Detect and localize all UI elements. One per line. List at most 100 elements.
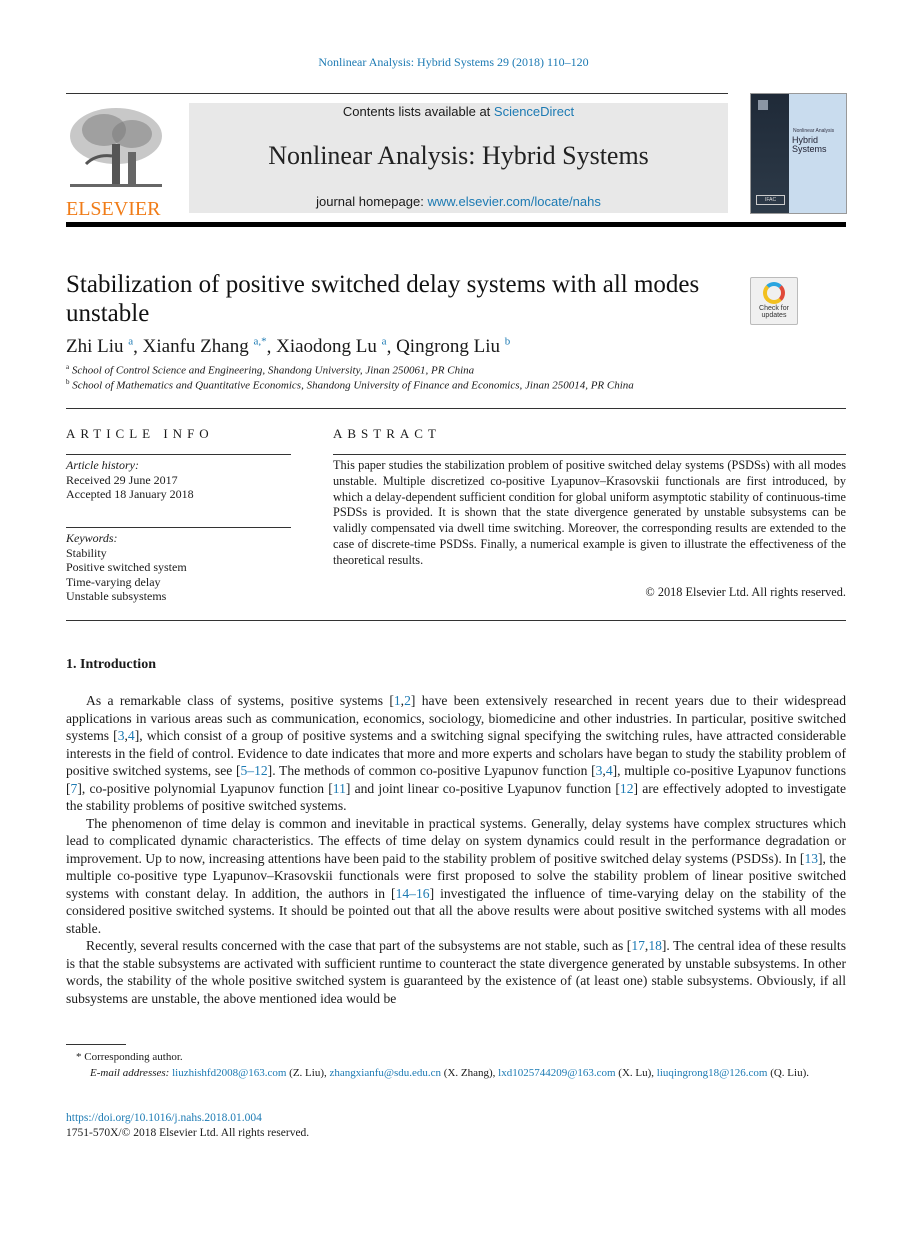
email-owner: (X. Lu), [615, 1067, 657, 1079]
email-link[interactable]: liuqingrong18@126.com [657, 1067, 768, 1079]
citation-link[interactable]: 12 [620, 781, 634, 796]
article-history: Article history: Received 29 June 2017 A… [66, 458, 194, 502]
author-name: Qingrong Liu [396, 336, 501, 358]
cover-title: Hybrid Systems [792, 136, 827, 154]
paragraph: Recently, several results concerned with… [66, 938, 846, 1006]
keywords: Keywords: Stability Positive switched sy… [66, 531, 187, 604]
email-owner: (Z. Liu), [286, 1067, 330, 1079]
keyword: Positive switched system [66, 560, 187, 574]
paragraph: The phenomenon of time delay is common a… [66, 815, 846, 936]
running-head[interactable]: Nonlinear Analysis: Hybrid Systems 29 (2… [0, 55, 907, 70]
cover-title-line: Systems [792, 144, 827, 154]
citation-link[interactable]: 3 [596, 763, 603, 778]
contents-prefix: Contents lists available at [342, 104, 494, 119]
homepage-line: journal homepage: www.elsevier.com/locat… [189, 194, 728, 209]
check-updates-line: Check for [759, 305, 789, 312]
citation-link[interactable]: 17 [631, 938, 645, 953]
affiliation: a School of Control Science and Engineer… [66, 363, 474, 377]
abstract-copyright: © 2018 Elsevier Ltd. All rights reserved… [645, 585, 846, 599]
doi-block: https://doi.org/10.1016/j.nahs.2018.01.0… [66, 1111, 309, 1141]
affiliation-label: b [66, 378, 70, 386]
issn-copyright: 1751-570X/© 2018 Elsevier Ltd. All right… [66, 1127, 310, 1139]
keyword: Stability [66, 545, 107, 560]
journal-cover[interactable]: Nonlinear Analysis Hybrid Systems IFAC [750, 93, 847, 214]
accepted-date: Accepted 18 January 2018 [66, 487, 194, 501]
journal-title: Nonlinear Analysis: Hybrid Systems [268, 141, 649, 170]
contents-line: Contents lists available at ScienceDirec… [189, 104, 728, 119]
affiliation-text: School of Control Science and Engineerin… [71, 364, 475, 377]
author-name: Zhi Liu [66, 336, 124, 358]
check-updates-label: Check for updates [751, 305, 797, 319]
tree-icon [66, 104, 166, 192]
abstract-heading: ABSTRACT [333, 426, 441, 441]
citation-link[interactable]: 13 [804, 851, 818, 866]
introduction-body: As a remarkable class of systems, positi… [66, 692, 846, 1007]
citation-link[interactable]: 3 [118, 728, 125, 743]
cover-badge: IFAC [756, 195, 785, 205]
affiliation: b School of Mathematics and Quantitative… [66, 378, 634, 392]
email-link[interactable]: zhangxianfu@sdu.edu.cn [330, 1067, 442, 1079]
citation-link[interactable]: 5–12 [240, 763, 267, 778]
author-list: Zhi Liu a, Xianfu Zhang a,*, Xiaodong Lu… [66, 336, 511, 358]
author-name: Xianfu Zhang [142, 336, 249, 358]
history-label: Article history: [66, 458, 139, 472]
keyword: Unstable subsystems [66, 589, 167, 603]
affiliation-label: a [66, 363, 70, 371]
divider [66, 620, 846, 621]
citation-link[interactable]: 2 [404, 693, 411, 708]
article-title: Stabilization of positive switched delay… [66, 271, 700, 327]
citation-link[interactable]: 7 [71, 781, 78, 796]
asterisk-icon: * [76, 1051, 85, 1063]
divider [66, 93, 728, 94]
author[interactable]: Xianfu Zhang a,* [143, 336, 267, 357]
citation-link[interactable]: 18 [648, 938, 662, 953]
abstract-text: This paper studies the stabilization pro… [333, 458, 846, 567]
doi-link[interactable]: https://doi.org/10.1016/j.nahs.2018.01.0… [66, 1112, 262, 1124]
email-owner: (Q. Liu). [767, 1067, 809, 1079]
email-label: E-mail addresses: [90, 1067, 170, 1079]
divider [66, 454, 291, 455]
cover-logo-icon [758, 100, 768, 110]
email-owner: (X. Zhang), [441, 1067, 499, 1079]
homepage-prefix: journal homepage: [316, 194, 428, 209]
journal-banner: Contents lists available at ScienceDirec… [189, 103, 728, 213]
author[interactable]: Qingrong Liu b [396, 336, 510, 357]
citation-link[interactable]: 1 [394, 693, 401, 708]
author[interactable]: Zhi Liu a [66, 336, 133, 357]
corresponding-text: Corresponding author. [84, 1051, 183, 1063]
affiliation-marker[interactable]: a [382, 336, 387, 348]
divider [66, 527, 291, 528]
affiliation-marker[interactable]: a [128, 336, 133, 348]
email-addresses: E-mail addresses: liuzhishfd2008@163.com… [66, 1066, 836, 1081]
elsevier-logo[interactable]: ELSEVIER [66, 104, 168, 219]
affiliation-marker[interactable]: b [505, 336, 511, 348]
article-info-heading: ARTICLE INFO [66, 426, 214, 441]
section-heading: 1. Introduction [66, 657, 156, 672]
author-name: Xiaodong Lu [276, 336, 377, 358]
author[interactable]: Xiaodong Lu a [276, 336, 386, 357]
affiliation-text: School of Mathematics and Quantitative E… [72, 379, 634, 392]
divider [66, 408, 846, 409]
divider [333, 454, 846, 455]
check-for-updates-button[interactable]: Check for updates [750, 277, 798, 325]
check-updates-line: updates [761, 312, 787, 319]
homepage-link[interactable]: www.elsevier.com/locate/nahs [427, 194, 600, 209]
affiliation-marker[interactable]: a,* [253, 336, 266, 348]
citation-link[interactable]: 4 [128, 728, 135, 743]
email-link[interactable]: lxd1025744209@163.com [498, 1067, 615, 1079]
citation-link[interactable]: 11 [333, 781, 346, 796]
divider [66, 222, 846, 227]
citation-link[interactable]: 4 [606, 763, 613, 778]
sciencedirect-link[interactable]: ScienceDirect [494, 104, 574, 119]
publisher-name: ELSEVIER [66, 198, 161, 220]
keywords-label: Keywords: [66, 531, 118, 545]
footnote-divider [66, 1044, 126, 1045]
email-link[interactable]: liuzhishfd2008@163.com [172, 1067, 286, 1079]
received-date: Received 29 June 2017 [66, 472, 178, 487]
citation-link[interactable]: 14–16 [396, 886, 430, 901]
corresponding-note: * Corresponding author. [76, 1050, 183, 1065]
cover-subtitle: Nonlinear Analysis [793, 128, 835, 134]
paragraph: As a remarkable class of systems, positi… [66, 693, 847, 813]
check-updates-icon [763, 282, 785, 304]
keyword: Time-varying delay [66, 574, 161, 589]
